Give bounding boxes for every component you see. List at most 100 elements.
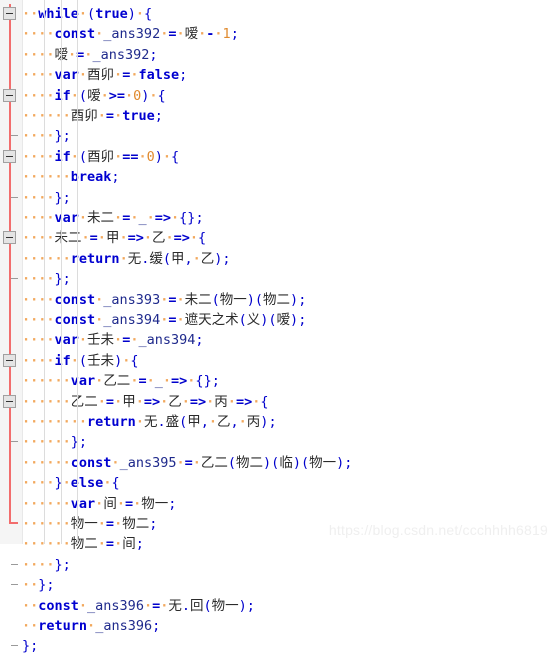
- code-line[interactable]: ····};: [22, 269, 71, 289]
- fold-toggle-icon[interactable]: [3, 353, 16, 367]
- fold-gutter[interactable]: [0, 0, 23, 647]
- code-token: 壬未: [87, 352, 115, 369]
- code-token: (: [203, 597, 212, 614]
- code-line[interactable]: ······return·无.缓(甲,·乙);: [22, 249, 231, 269]
- code-token: ;: [268, 414, 277, 430]
- code-token: _ans393: [103, 291, 161, 308]
- code-token: ;: [195, 332, 204, 349]
- code-token: =: [124, 495, 134, 512]
- code-token: =>: [173, 230, 190, 247]
- code-token: ;: [344, 454, 353, 471]
- code-token: 丙: [246, 414, 261, 430]
- code-line[interactable]: ····}·else·{: [22, 473, 120, 493]
- code-token: ·: [97, 230, 106, 247]
- code-token: ····: [22, 291, 55, 308]
- code-token: ·: [149, 87, 158, 104]
- code-line[interactable]: ····if·(酉卯·==·0)·{: [22, 147, 179, 167]
- code-line[interactable]: ····const·_ans393·=·未二(物一)(物二);: [22, 290, 306, 310]
- code-line[interactable]: ······酉卯·=·true;: [22, 106, 163, 126]
- code-token: ,: [200, 414, 209, 430]
- code-line[interactable]: ····};: [22, 555, 71, 575]
- code-token: 乙: [168, 393, 182, 410]
- code-token: 乙二: [103, 373, 131, 390]
- code-token: =: [89, 230, 98, 247]
- code-token: (: [78, 148, 88, 165]
- fold-toggle-icon[interactable]: [3, 149, 16, 163]
- code-line[interactable]: ····const·_ans392·=·嗳·-·1;: [22, 24, 239, 44]
- code-line[interactable]: ··return·_ans396;: [22, 616, 160, 636]
- code-token: return: [38, 618, 88, 634]
- code-token: ····: [22, 230, 55, 247]
- code-token: (: [211, 291, 220, 308]
- code-line[interactable]: ······乙二·=·甲·=>·乙·=>·丙·=>·{: [22, 392, 268, 412]
- code-token: ····: [22, 26, 55, 43]
- code-token: ··: [22, 6, 39, 22]
- code-line[interactable]: ······const·_ans395·=·乙二(物二)(临)(物一);: [22, 453, 352, 473]
- code-line[interactable]: };: [22, 636, 38, 656]
- code-token: (: [227, 454, 237, 471]
- fold-toggle-icon[interactable]: [3, 231, 16, 245]
- code-token: 甲: [170, 250, 185, 267]
- code-line[interactable]: ····};: [22, 126, 71, 146]
- code-token: ·: [114, 536, 123, 553]
- code-token: ····: [22, 46, 55, 63]
- code-line[interactable]: ··};: [22, 575, 55, 595]
- code-token: ······: [22, 169, 71, 186]
- code-token: 乙: [200, 250, 215, 267]
- code-token: ;: [149, 516, 158, 532]
- code-token: ;: [298, 312, 307, 328]
- code-line[interactable]: ······var·乙二·=·_·=>·{};: [22, 371, 220, 391]
- code-line[interactable]: ······物二·=·间;: [22, 534, 144, 554]
- code-line[interactable]: ····var·壬未·=·_ans394;: [22, 330, 204, 350]
- fold-end-marker: [11, 563, 18, 565]
- code-token: 壬未: [87, 332, 115, 349]
- code-token: ·: [114, 67, 123, 84]
- code-line[interactable]: ······物一·=·物二;: [22, 514, 157, 534]
- code-token: 甲: [122, 393, 136, 410]
- indent-guide: [60, 0, 62, 544]
- code-token: ·: [181, 393, 190, 410]
- code-token: (: [78, 352, 88, 369]
- code-content[interactable]: ··while·(true)·{····const·_ans392·=·嗳·-·…: [22, 0, 554, 654]
- code-token: (: [238, 312, 247, 328]
- code-token: ;: [298, 291, 307, 308]
- fold-toggle-icon[interactable]: [3, 394, 16, 408]
- code-line[interactable]: ··while·(true)·{: [22, 4, 152, 24]
- code-line[interactable]: ····};: [22, 188, 71, 208]
- code-token: 物二: [70, 536, 98, 553]
- code-token: ·: [78, 6, 88, 22]
- code-token: ;: [78, 434, 88, 451]
- code-line[interactable]: ··const·_ans396·=·无.回(物一);: [22, 596, 255, 616]
- fold-toggle-icon[interactable]: [3, 88, 16, 102]
- code-token: 嗳: [276, 312, 291, 328]
- code-token: ): [246, 291, 255, 308]
- code-token: 酉卯: [70, 108, 98, 124]
- code-token: 物二: [263, 291, 291, 308]
- code-token: =>: [235, 393, 253, 410]
- code-token: 义: [246, 312, 261, 328]
- code-token: var: [70, 373, 96, 390]
- code-line[interactable]: ····未二·=·甲·=>·乙·=>·{: [22, 228, 206, 248]
- code-line[interactable]: ····const·_ans394·=·遮天之术(义)(嗳);: [22, 310, 306, 330]
- code-token: ): [114, 352, 123, 369]
- code-token: ····: [22, 67, 55, 84]
- code-line[interactable]: ······break;: [22, 167, 120, 187]
- code-token: ······: [22, 393, 71, 410]
- code-token: ·: [78, 67, 88, 84]
- code-token: 0: [146, 148, 155, 165]
- code-token: ;: [62, 271, 71, 288]
- code-line[interactable]: ····嗳·=·_ans392;: [22, 45, 157, 65]
- code-token: ·: [162, 148, 172, 165]
- fold-toggle-icon[interactable]: [3, 7, 16, 20]
- code-token: 盛: [165, 414, 180, 430]
- code-token: ·: [162, 373, 172, 390]
- code-token: ): [127, 6, 136, 22]
- code-token: =>: [143, 393, 161, 410]
- code-token: 物一: [70, 516, 98, 532]
- code-token: {: [198, 230, 207, 247]
- code-editor[interactable]: ··while·(true)·{····const·_ans392·=·嗳·-·…: [0, 0, 554, 654]
- code-line[interactable]: ····var·酉卯·=·false;: [22, 65, 187, 85]
- code-token: var: [70, 495, 96, 512]
- code-line[interactable]: ····var·未二·=·_·=>·{};: [22, 208, 204, 228]
- code-line[interactable]: ····if·(壬未)·{: [22, 351, 138, 371]
